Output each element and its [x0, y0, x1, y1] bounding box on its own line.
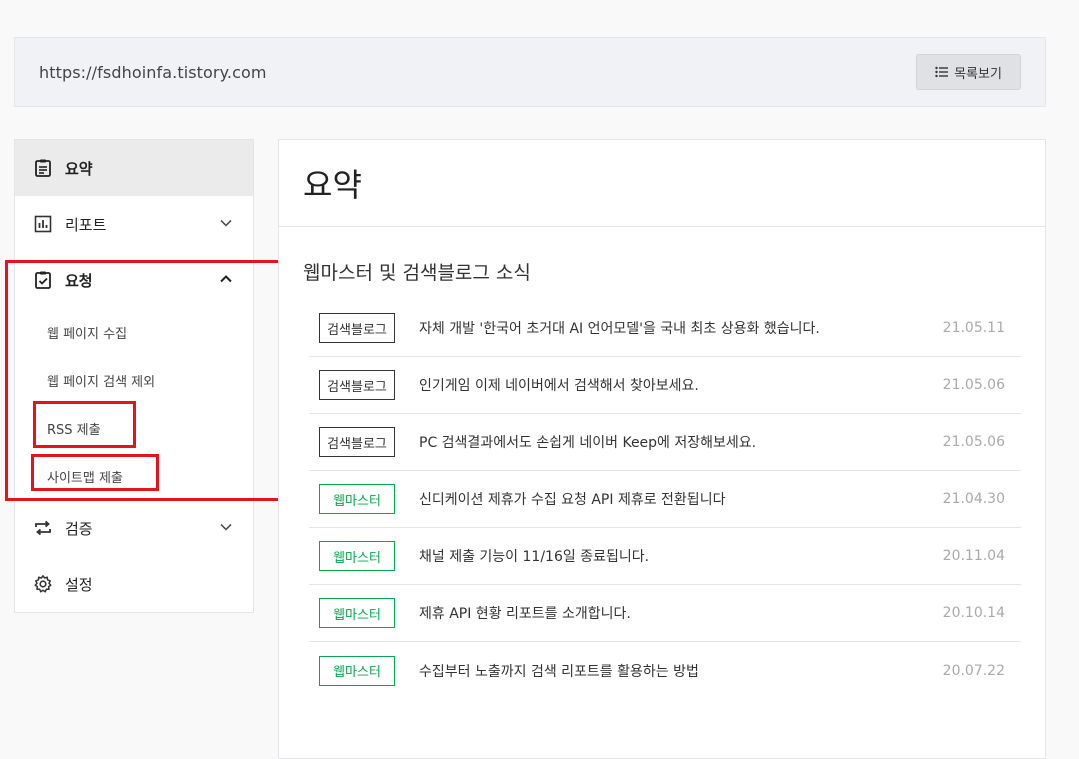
chevron-down-icon[interactable]	[219, 520, 233, 534]
main-panel: 요약 웹마스터 및 검색블로그 소식 검색블로그 자체 개발 '한국어 초거대 …	[278, 139, 1046, 759]
news-title[interactable]: 신디케이션 제휴가 수집 요청 API 제휴로 전환됩니다	[419, 489, 725, 509]
sidebar-subitem-sitemap-submit[interactable]: 사이트맵 제출	[15, 452, 253, 500]
bar-chart-icon	[33, 214, 53, 234]
news-title[interactable]: PC 검색결과에서도 손쉽게 네이버 Keep에 저장해보세요.	[419, 432, 756, 452]
news-item[interactable]: 웹마스터 수집부터 노출까지 검색 리포트를 활용하는 방법 20.07.22	[309, 642, 1021, 699]
category-tag: 검색블로그	[319, 370, 395, 400]
sidebar-item-label: 리포트	[65, 215, 107, 234]
category-tag: 웹마스터	[319, 655, 395, 686]
repeat-icon	[33, 518, 53, 538]
sidebar-subitem-web-collect[interactable]: 웹 페이지 수집	[15, 308, 253, 356]
news-list: 검색블로그 자체 개발 '한국어 초거대 AI 언어모델'을 국내 최초 상용화…	[309, 300, 1021, 699]
clipboard-icon	[33, 158, 53, 178]
sidebar-subitem-rss-submit[interactable]: RSS 제출	[15, 404, 253, 452]
sidebar-item-summary[interactable]: 요약	[15, 140, 253, 196]
category-tag: 웹마스터	[319, 484, 395, 514]
sidebar-subitem-web-exclude[interactable]: 웹 페이지 검색 제외	[15, 356, 253, 404]
section-title: 웹마스터 및 검색블로그 소식	[303, 262, 531, 284]
news-date: 21.04.30	[942, 491, 1005, 507]
news-item[interactable]: 웹마스터 신디케이션 제휴가 수집 요청 API 제휴로 전환됩니다 21.04…	[309, 471, 1021, 528]
category-tag: 검색블로그	[319, 427, 395, 457]
news-date: 20.07.22	[942, 662, 1005, 679]
sidebar-item-label: 요청	[65, 271, 93, 290]
page-title: 요약	[279, 140, 1045, 227]
category-tag: 웹마스터	[319, 598, 395, 628]
clipboard-check-icon	[33, 270, 53, 290]
sidebar-item-verify[interactable]: 검증	[15, 500, 253, 556]
news-date: 21.05.11	[942, 320, 1005, 336]
chevron-up-icon[interactable]	[219, 272, 233, 286]
news-item[interactable]: 검색블로그 PC 검색결과에서도 손쉽게 네이버 Keep에 저장해보세요. 2…	[309, 414, 1021, 471]
sidebar-item-label: 검증	[65, 519, 93, 538]
news-title[interactable]: 채널 제출 기능이 11/16일 종료됩니다.	[419, 546, 649, 566]
news-date: 20.11.04	[942, 548, 1005, 564]
sidebar-item-report[interactable]: 리포트	[15, 196, 253, 252]
sidebar-item-label: 설정	[65, 575, 93, 594]
news-title[interactable]: 제휴 API 현황 리포트를 소개합니다.	[419, 603, 631, 623]
news-date: 21.05.06	[942, 434, 1005, 450]
news-title[interactable]: 수집부터 노출까지 검색 리포트를 활용하는 방법	[419, 661, 699, 681]
news-item[interactable]: 웹마스터 제휴 API 현황 리포트를 소개합니다. 20.10.14	[309, 585, 1021, 642]
news-title[interactable]: 인기게임 이제 네이버에서 검색해서 찾아보세요.	[419, 375, 699, 395]
site-url: https://fsdhoinfa.tistory.com	[39, 62, 267, 82]
sidebar: 요약 리포트 요청 웹 페이지 수집 웹 페이지 검색 제외 RSS 제출 사이…	[14, 139, 254, 613]
sidebar-item-request[interactable]: 요청	[15, 252, 253, 308]
category-tag: 웹마스터	[319, 541, 395, 571]
news-title[interactable]: 자체 개발 '한국어 초거대 AI 언어모델'을 국내 최초 상용화 했습니다.	[419, 318, 820, 338]
site-bar: https://fsdhoinfa.tistory.com 목록보기	[14, 37, 1046, 107]
list-view-button[interactable]: 목록보기	[916, 54, 1021, 90]
news-item[interactable]: 웹마스터 채널 제출 기능이 11/16일 종료됩니다. 20.11.04	[309, 528, 1021, 585]
news-date: 20.10.14	[942, 605, 1005, 621]
news-item[interactable]: 검색블로그 인기게임 이제 네이버에서 검색해서 찾아보세요. 21.05.06	[309, 357, 1021, 414]
chevron-down-icon[interactable]	[219, 216, 233, 230]
news-item[interactable]: 검색블로그 자체 개발 '한국어 초거대 AI 언어모델'을 국내 최초 상용화…	[309, 300, 1021, 357]
sidebar-item-settings[interactable]: 설정	[15, 556, 253, 612]
list-icon	[935, 66, 949, 78]
news-date: 21.05.06	[942, 377, 1005, 393]
category-tag: 검색블로그	[319, 313, 395, 343]
gear-icon	[33, 574, 53, 594]
sidebar-item-label: 요약	[65, 159, 93, 178]
list-view-label: 목록보기	[954, 66, 1002, 82]
